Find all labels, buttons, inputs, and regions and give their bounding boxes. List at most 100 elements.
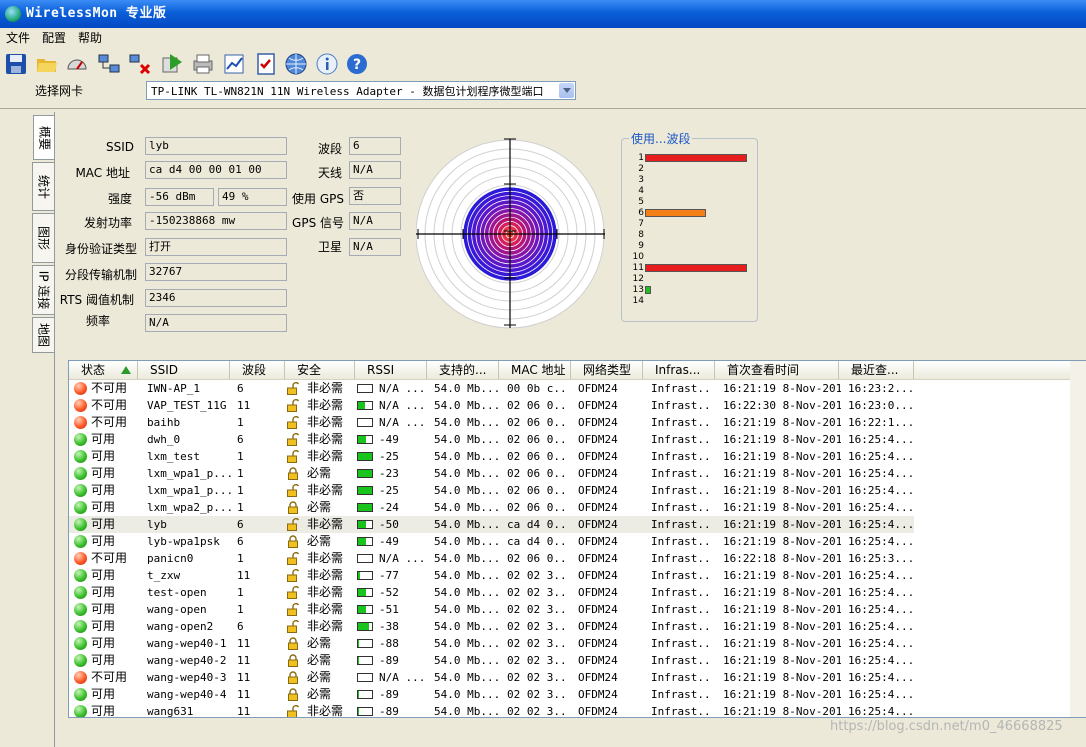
network-disconnect-icon[interactable] xyxy=(128,52,154,78)
freq-label: 频率 xyxy=(85,314,110,328)
rssi-bar xyxy=(357,435,373,444)
row-first-seen: 16:21:19 8-Nov-2010 xyxy=(723,518,841,531)
row-supported-rates: 54.0 Mb... xyxy=(434,518,498,531)
column-infrastructure[interactable]: Infras... xyxy=(643,361,715,379)
column-band[interactable]: 波段 xyxy=(230,361,285,379)
freq-value: N/A xyxy=(145,314,287,332)
row-last-seen: 16:25:3... xyxy=(848,552,912,565)
band-value: 6 xyxy=(349,137,401,155)
frag-value: 32767 xyxy=(145,263,287,281)
open-folder-icon[interactable] xyxy=(35,52,61,78)
status-available-icon xyxy=(74,450,87,463)
row-mac-address: 02 06 0... xyxy=(507,484,569,497)
network-connect-icon[interactable] xyxy=(97,52,123,78)
table-row[interactable]: 可用 非必需 lxm_test 1 -25 54.0 Mb... 02 06 0... OFD… xyxy=(69,448,914,465)
table-row[interactable]: 可用 非必需 lxm_wpa1_p... 1 -25 54.0 Mb... 02 06 0.… xyxy=(69,482,914,499)
table-row[interactable]: 可用 非必需 wang-open 1 -51 54.0 Mb... 02 02 3... OF… xyxy=(69,601,914,618)
status-available-icon xyxy=(74,705,87,717)
antenna-label: 天线 xyxy=(317,166,342,180)
column-first-seen[interactable]: 首次查看时间 xyxy=(715,361,839,379)
print-icon[interactable] xyxy=(191,52,217,78)
row-mac-address: 02 02 3... xyxy=(507,620,569,633)
row-mac-address: 02 02 3... xyxy=(507,654,569,667)
row-infrastructure: Infrast... xyxy=(651,416,713,429)
band-row: 5 xyxy=(632,197,644,208)
column-mac-address[interactable]: MAC 地址 xyxy=(499,361,571,379)
rssi-bar-fill xyxy=(358,589,366,596)
row-mac-address: 02 06 0... xyxy=(507,501,569,514)
network-list[interactable]: 状态 SSID 波段 安全 RSSI 支持的... MAC 地址 网络类型 In… xyxy=(68,360,1086,718)
nic-select[interactable]: TP-LINK TL-WN821N 11N Wireless Adapter -… xyxy=(146,81,576,100)
table-row[interactable]: 可用 必需 wang-wep40-2 11 -89 54.0 Mb... 02 02 3..… xyxy=(69,652,914,669)
row-infrastructure: Infrast... xyxy=(651,535,713,548)
table-row[interactable]: 可用 必需 lxm_wpa2_p... 1 -24 54.0 Mb... 02 06 0..… xyxy=(69,499,914,516)
tab-map[interactable]: 地图 xyxy=(32,317,54,353)
table-row[interactable]: 可用 非必需 test-open 1 -52 54.0 Mb... 02 02 3... OF… xyxy=(69,584,914,601)
row-band: 6 xyxy=(237,382,244,395)
menu-config[interactable]: 配置 xyxy=(36,28,72,48)
column-security[interactable]: 安全 xyxy=(285,361,355,379)
table-row[interactable]: 不可用 必需 wang-wep40-3 11 N/A ... 54.0 Mb... 02 0… xyxy=(69,669,914,686)
column-rssi[interactable]: RSSI xyxy=(355,361,427,379)
row-rssi: -50 xyxy=(379,518,399,531)
gps-signal-label: GPS 信号 xyxy=(292,216,344,230)
table-row[interactable]: 可用 非必需 t_zxw 11 -77 54.0 Mb... 02 02 3... OFDM2… xyxy=(69,567,914,584)
row-last-seen: 16:25:4... xyxy=(848,705,912,718)
globe-icon[interactable] xyxy=(284,52,310,78)
checklist-icon[interactable] xyxy=(254,52,280,78)
band-channel-label: 7 xyxy=(638,219,644,229)
save-icon[interactable] xyxy=(4,52,30,78)
table-row[interactable]: 可用 必需 wang-wep40-1 11 -88 54.0 Mb... 02 02 3..… xyxy=(69,635,914,652)
column-ssid[interactable]: SSID xyxy=(138,361,230,379)
row-infrastructure: Infrast... xyxy=(651,399,713,412)
table-row[interactable]: 不可用 非必需 panicn0 1 N/A ... 54.0 Mb... 02 06 0..… xyxy=(69,550,914,567)
menu-help[interactable]: 帮助 xyxy=(72,28,108,48)
table-row[interactable]: 不可用 非必需 IWN-AP_1 6 N/A ... 54.0 Mb... 00 0b c.… xyxy=(69,380,914,397)
band-row: 3 xyxy=(632,175,644,186)
band-row: 9 xyxy=(632,241,644,252)
row-band: 11 xyxy=(237,705,251,718)
rssi-bar xyxy=(357,537,373,546)
help-icon[interactable]: ? xyxy=(345,52,371,78)
row-status: 可用 xyxy=(91,704,116,718)
info-icon[interactable] xyxy=(315,52,341,78)
row-last-seen: 16:25:4... xyxy=(848,501,912,514)
table-row[interactable]: 可用 非必需 wang-open2 6 -38 54.0 Mb... 02 02 3... O… xyxy=(69,618,914,635)
table-row[interactable]: 不可用 非必需 baihb 1 N/A ... 54.0 Mb... 02 06 0... O… xyxy=(69,414,914,431)
play-icon[interactable] xyxy=(160,52,186,78)
rssi-bar xyxy=(357,401,373,410)
tab-summary[interactable]: 概要 xyxy=(33,115,55,160)
row-mac-address: 02 06 0... xyxy=(507,399,569,412)
table-row[interactable]: 不可用 非必需 VAP_TEST_11G 11 N/A ... 54.0 Mb... 02 … xyxy=(69,397,914,414)
status-available-icon xyxy=(74,467,87,480)
chart-icon[interactable] xyxy=(222,52,248,78)
rssi-bar xyxy=(357,707,373,716)
row-security: 非必需 xyxy=(307,517,344,531)
row-rssi: -89 xyxy=(379,705,399,718)
table-row[interactable]: 可用 非必需 lyb 6 -50 54.0 Mb... ca d4 0... OFDM24 In… xyxy=(69,516,914,533)
row-mac-address: 02 02 3... xyxy=(507,569,569,582)
row-rssi: -49 xyxy=(379,433,399,446)
chevron-down-icon[interactable] xyxy=(559,83,574,98)
row-rssi: -23 xyxy=(379,467,399,480)
column-status[interactable]: 状态 xyxy=(69,361,138,379)
vertical-scrollbar[interactable] xyxy=(1070,361,1086,717)
table-row[interactable]: 可用 必需 wang-wep40-4 11 -89 54.0 Mb... 02 02 3..… xyxy=(69,686,914,703)
column-supported-rates[interactable]: 支持的... xyxy=(427,361,499,379)
row-security: 必需 xyxy=(307,687,332,701)
row-rssi: -77 xyxy=(379,569,399,582)
table-row[interactable]: 可用 非必需 dwh_0 6 -49 54.0 Mb... 02 06 0... OFDM24… xyxy=(69,431,914,448)
row-network-type: OFDM24 xyxy=(578,484,618,497)
table-row[interactable]: 可用 非必需 wang631 11 -89 54.0 Mb... 02 02 3... OFD… xyxy=(69,703,914,718)
table-row[interactable]: 可用 必需 lxm_wpa1_p... 1 -23 54.0 Mb... 02 06 0..… xyxy=(69,465,914,482)
gauge-icon[interactable] xyxy=(65,52,91,78)
row-last-seen: 16:25:4... xyxy=(848,654,912,667)
menu-file[interactable]: 文件 xyxy=(0,28,36,48)
row-security: 非必需 xyxy=(307,415,344,429)
column-last-seen[interactable]: 最近查... xyxy=(839,361,914,379)
column-network-type[interactable]: 网络类型 xyxy=(571,361,643,379)
lock-open-icon xyxy=(287,450,299,463)
row-infrastructure: Infrast... xyxy=(651,552,713,565)
table-row[interactable]: 可用 必需 lyb-wpa1psk 6 -49 54.0 Mb... ca d4 0... O… xyxy=(69,533,914,550)
band-usage-title: 使用...波段 xyxy=(629,130,693,147)
